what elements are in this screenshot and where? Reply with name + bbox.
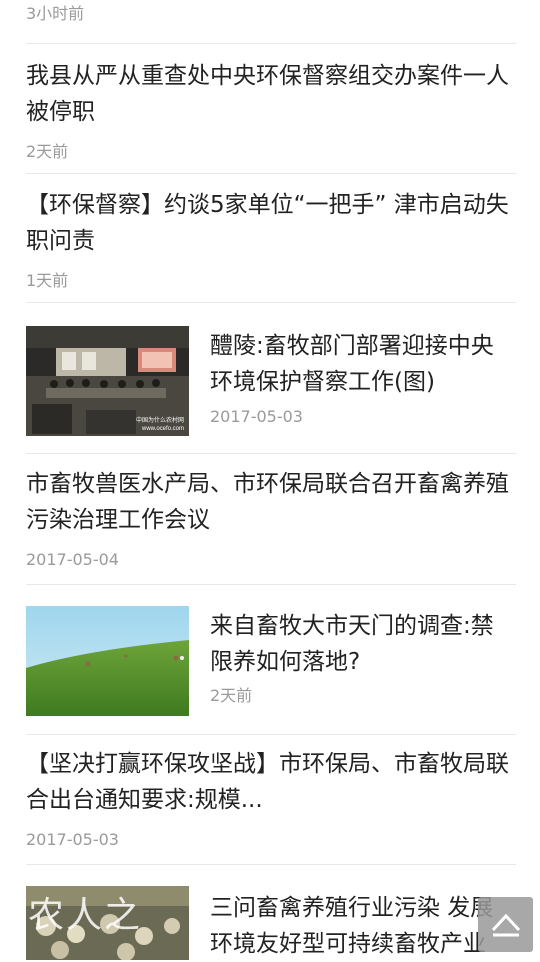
- divider: [26, 584, 516, 585]
- item-title[interactable]: 来自畜牧大市天门的调查:禁限养如何落地?: [210, 608, 510, 680]
- item-time: 3小时前: [26, 4, 85, 23]
- item-title[interactable]: 市畜牧兽医水产局、市环保局联合召开畜禽养殖污染治理工作会议: [26, 466, 516, 538]
- list-item[interactable]: 【坚决打赢环保攻坚战】市环保局、市畜牧局联合出台通知要求:规模... 2017-…: [26, 746, 516, 850]
- chevron-up-icon: [489, 908, 523, 942]
- grassland-thumbnail[interactable]: [26, 606, 189, 716]
- back-to-top-button[interactable]: [478, 897, 533, 952]
- item-time: 2017-05-03: [26, 830, 119, 849]
- item-time: 2017-05-03: [210, 407, 303, 426]
- divider: [26, 864, 516, 865]
- item-title[interactable]: 【环保督察】约谈5家单位“一把手” 津市启动失职问责: [26, 187, 516, 259]
- item-title[interactable]: 三问畜禽养殖行业污染 发展环境友好型可持续畜牧产业: [210, 890, 510, 962]
- divider: [26, 173, 516, 174]
- item-time: 2017-05-04: [26, 550, 119, 569]
- list-item[interactable]: 市畜牧兽医水产局、市环保局联合召开畜禽养殖污染治理工作会议 2017-05-04: [26, 466, 516, 570]
- list-item[interactable]: 【环保督察】约谈5家单位“一把手” 津市启动失职问责 1天前: [26, 187, 516, 291]
- meeting-thumbnail[interactable]: 中国为什么农村网 www.ocefo.com: [26, 326, 189, 436]
- list-item[interactable]: 我县从严从重查处中央环保督察组交办案件一人被停职 2天前: [26, 58, 516, 162]
- divider: [26, 43, 516, 44]
- list-item[interactable]: 3小时前: [26, 4, 516, 24]
- divider: [26, 734, 516, 735]
- divider: [26, 453, 516, 454]
- divider: [26, 302, 516, 303]
- svg-text:www.ocefo.com: www.ocefo.com: [141, 426, 184, 432]
- thumb-caption: 中国为什么农村网: [136, 416, 184, 424]
- item-title[interactable]: 我县从严从重查处中央环保督察组交办案件一人被停职: [26, 58, 516, 130]
- item-time: 2天前: [210, 686, 253, 705]
- watermark-logo: 农人之: [28, 895, 143, 936]
- item-title[interactable]: 醴陵:畜牧部门部署迎接中央环境保护督察工作(图): [210, 328, 510, 400]
- item-time: 1天前: [26, 271, 69, 290]
- item-title[interactable]: 【坚决打赢环保攻坚战】市环保局、市畜牧局联合出台通知要求:规模...: [26, 746, 516, 818]
- item-time: 2天前: [26, 142, 69, 161]
